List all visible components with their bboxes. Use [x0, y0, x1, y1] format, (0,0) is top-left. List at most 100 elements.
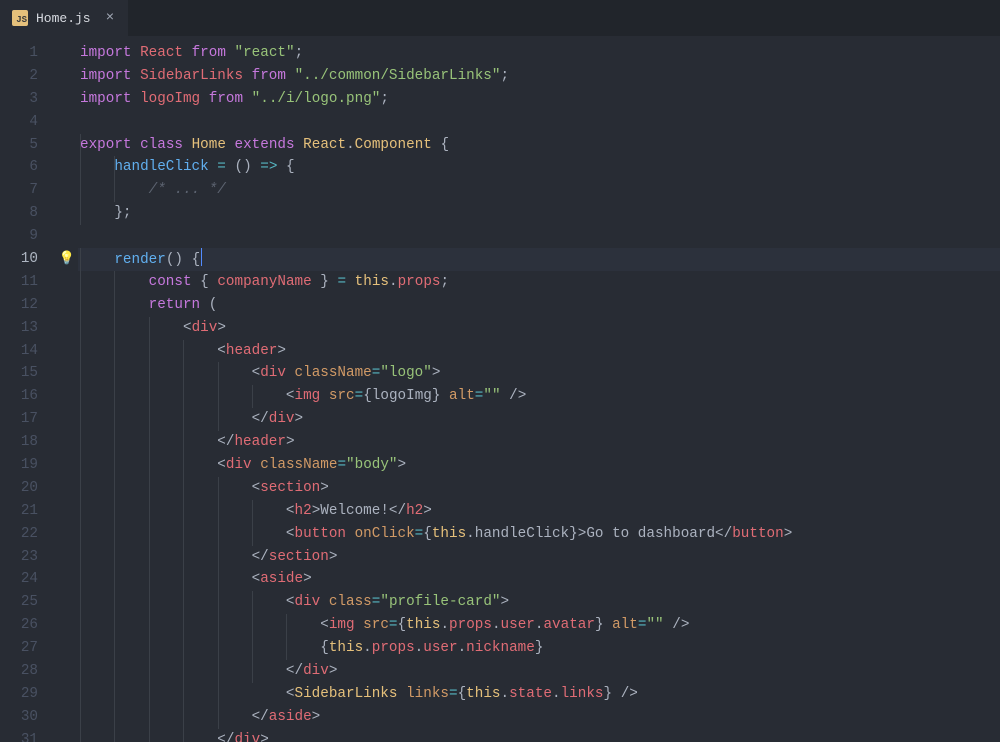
indent-guide: [218, 523, 219, 546]
line-number: 28: [0, 660, 56, 683]
indent-guide: [252, 385, 253, 408]
indent-guide: [80, 477, 81, 500]
indent-guide: [218, 683, 219, 706]
indent-guide: [252, 500, 253, 523]
code-line[interactable]: <div className="logo">: [78, 362, 1000, 385]
code-line[interactable]: <div class="profile-card">: [78, 591, 1000, 614]
code-line[interactable]: /* ... */: [78, 179, 1000, 202]
indent-guide: [80, 660, 81, 683]
code-line[interactable]: [78, 225, 1000, 248]
indent-guide: [80, 546, 81, 569]
glyph-margin: 💡: [56, 36, 78, 742]
indent-guide: [80, 385, 81, 408]
indent-guide: [218, 500, 219, 523]
code-line[interactable]: </div>: [78, 408, 1000, 431]
indent-guide: [114, 568, 115, 591]
code-line[interactable]: return (: [78, 294, 1000, 317]
indent-guide: [183, 477, 184, 500]
indent-guide: [80, 362, 81, 385]
indent-guide: [218, 362, 219, 385]
indent-guide: [80, 637, 81, 660]
code-line[interactable]: import logoImg from "../i/logo.png";: [78, 88, 1000, 111]
code-line[interactable]: <img src={logoImg} alt="" />: [78, 385, 1000, 408]
code-line[interactable]: <section>: [78, 477, 1000, 500]
indent-guide: [149, 385, 150, 408]
indent-guide: [114, 637, 115, 660]
code-line[interactable]: <SidebarLinks links={this.state.links} /…: [78, 683, 1000, 706]
line-number: 11: [0, 271, 56, 294]
indent-guide: [183, 591, 184, 614]
indent-guide: [114, 729, 115, 742]
indent-guide: [80, 568, 81, 591]
code-line[interactable]: </header>: [78, 431, 1000, 454]
indent-guide: [114, 523, 115, 546]
code-line[interactable]: </aside>: [78, 706, 1000, 729]
line-number: 9: [0, 225, 56, 248]
indent-guide: [80, 156, 81, 179]
close-icon[interactable]: ×: [102, 10, 118, 26]
code-line[interactable]: </section>: [78, 546, 1000, 569]
code-line[interactable]: </div>: [78, 729, 1000, 742]
indent-guide: [80, 683, 81, 706]
code-line[interactable]: <img src={this.props.user.avatar} alt=""…: [78, 614, 1000, 637]
code-line[interactable]: </div>: [78, 660, 1000, 683]
line-number: 7: [0, 179, 56, 202]
code-line[interactable]: {this.props.user.nickname}: [78, 637, 1000, 660]
indent-guide: [80, 614, 81, 637]
indent-guide: [218, 637, 219, 660]
editor[interactable]: 1234567891011121314151617181920212223242…: [0, 36, 1000, 742]
code-line[interactable]: const { companyName } = this.props;: [78, 271, 1000, 294]
indent-guide: [183, 706, 184, 729]
indent-guide: [114, 683, 115, 706]
line-number: 29: [0, 683, 56, 706]
indent-guide: [149, 431, 150, 454]
indent-guide: [252, 660, 253, 683]
code-area[interactable]: import React from "react";import Sidebar…: [78, 36, 1000, 742]
indent-guide: [149, 500, 150, 523]
indent-guide: [114, 340, 115, 363]
indent-guide: [114, 500, 115, 523]
code-line[interactable]: [78, 111, 1000, 134]
line-number-gutter: 1234567891011121314151617181920212223242…: [0, 36, 56, 742]
indent-guide: [218, 591, 219, 614]
indent-guide: [183, 500, 184, 523]
lightbulb-icon[interactable]: 💡: [59, 248, 75, 271]
line-number: 1: [0, 42, 56, 65]
indent-guide: [218, 568, 219, 591]
code-line[interactable]: render() {: [78, 248, 1000, 271]
indent-guide: [80, 431, 81, 454]
line-number: 16: [0, 385, 56, 408]
indent-guide: [183, 729, 184, 742]
indent-guide: [183, 362, 184, 385]
indent-guide: [114, 477, 115, 500]
indent-guide: [252, 637, 253, 660]
code-line[interactable]: import SidebarLinks from "../common/Side…: [78, 65, 1000, 88]
indent-guide: [80, 523, 81, 546]
indent-guide: [183, 683, 184, 706]
indent-guide: [80, 340, 81, 363]
code-line[interactable]: import React from "react";: [78, 42, 1000, 65]
line-number: 10: [0, 248, 56, 271]
code-line[interactable]: handleClick = () => {: [78, 156, 1000, 179]
code-line[interactable]: export class Home extends React.Componen…: [78, 134, 1000, 157]
code-line[interactable]: <h2>Welcome!</h2>: [78, 500, 1000, 523]
line-number: 31: [0, 729, 56, 742]
indent-guide: [80, 500, 81, 523]
line-number: 24: [0, 568, 56, 591]
line-number: 27: [0, 637, 56, 660]
indent-guide: [183, 614, 184, 637]
code-line[interactable]: <button onClick={this.handleClick}>Go to…: [78, 523, 1000, 546]
code-line[interactable]: <div>: [78, 317, 1000, 340]
indent-guide: [80, 408, 81, 431]
indent-guide: [80, 202, 81, 225]
tab-home-js[interactable]: JS Home.js ×: [0, 0, 128, 36]
indent-guide: [80, 706, 81, 729]
code-line[interactable]: <aside>: [78, 568, 1000, 591]
code-line[interactable]: };: [78, 202, 1000, 225]
code-line[interactable]: <header>: [78, 340, 1000, 363]
indent-guide: [183, 546, 184, 569]
indent-guide: [149, 546, 150, 569]
code-line[interactable]: <div className="body">: [78, 454, 1000, 477]
indent-guide: [149, 454, 150, 477]
indent-guide: [149, 523, 150, 546]
